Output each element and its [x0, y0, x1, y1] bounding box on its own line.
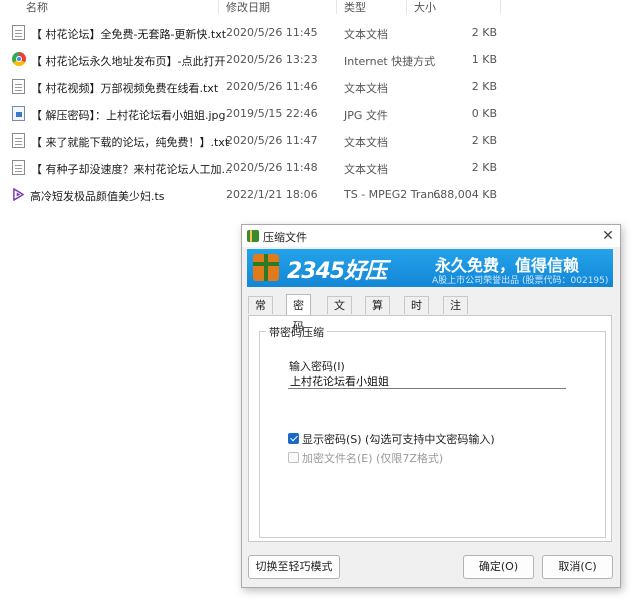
- file-date: 2022/1/21 18:06: [226, 188, 318, 201]
- file-row[interactable]: 【 解压密码】：上村花论坛看小姐姐.jpg 2019/5/15 22:46 JP…: [0, 101, 520, 127]
- file-date: 2020/5/26 11:47: [226, 134, 318, 147]
- tab-comment[interactable]: 注释: [443, 296, 468, 330]
- banner-brand: 2345好压: [287, 259, 387, 284]
- file-date: 2020/5/26 13:23: [226, 53, 318, 66]
- file-type: JPG 文件: [344, 109, 388, 122]
- file-row[interactable]: 【 有种子却没速度？来村花论坛人工加... 2020/5/26 11:48 文本…: [0, 155, 520, 181]
- file-name: 【 解压密码】：上村花论坛看小姐姐.jpg: [31, 109, 226, 122]
- tab-time[interactable]: 时间: [404, 296, 429, 330]
- show-password-checkbox[interactable]: [288, 433, 299, 444]
- column-divider[interactable]: [406, 0, 407, 14]
- internet-shortcut-icon: [12, 52, 26, 66]
- file-type: 文本文档: [344, 163, 388, 176]
- file-size: 2 KB: [471, 134, 497, 147]
- encrypt-filenames-checkbox[interactable]: [288, 452, 299, 463]
- encrypt-filenames-label[interactable]: 加密文件名(E) (仅限7Z格式): [302, 450, 443, 466]
- cancel-button[interactable]: 取消(C): [542, 555, 613, 579]
- password-tab-panel: 带密码压缩: [248, 315, 612, 542]
- file-size: 0 KB: [471, 107, 497, 120]
- file-size: 1 KB: [471, 53, 497, 66]
- file-type: 文本文档: [344, 136, 388, 149]
- file-row[interactable]: 【 村花视频】万部视频免费在线看.txt 2020/5/26 11:46 文本文…: [0, 74, 520, 100]
- file-name: 【 村花视频】万部视频免费在线看.txt: [31, 82, 219, 95]
- video-file-icon: [13, 188, 24, 201]
- tab-algorithm[interactable]: 算法: [365, 296, 390, 330]
- file-row[interactable]: 【 村花论坛】全免费-无套路-更新快.txt 2020/5/26 11:45 文…: [0, 20, 520, 46]
- file-size: 688,004 KB: [433, 188, 497, 201]
- password-input[interactable]: [288, 373, 566, 389]
- file-date: 2019/5/15 22:46: [226, 107, 318, 120]
- text-document-icon: [12, 133, 25, 148]
- compress-dialog: 压缩文件 ✕ 2345好压 永久免费，值得信赖 A股上市公司荣誉出品 (股票代码…: [241, 224, 621, 588]
- tab-files[interactable]: 文件: [327, 296, 352, 330]
- archive-app-icon: [247, 230, 259, 242]
- switch-lite-mode-button[interactable]: 切换至轻巧模式: [248, 555, 340, 579]
- column-header-date[interactable]: 修改日期: [226, 0, 270, 15]
- file-name: 【 村花论坛】全免费-无套路-更新快.txt: [31, 28, 227, 41]
- ad-banner[interactable]: 2345好压 永久免费，值得信赖 A股上市公司荣誉出品 (股票代码：002195…: [247, 249, 613, 287]
- password-label: 输入密码(I): [289, 360, 345, 373]
- dialog-title: 压缩文件: [263, 231, 307, 244]
- banner-subtitle: A股上市公司荣誉出品 (股票代码：002195): [432, 276, 609, 286]
- text-document-icon: [12, 25, 25, 40]
- close-icon[interactable]: ✕: [598, 227, 618, 245]
- file-name: 【 村花论坛永久地址发布页】-点此打开: [31, 55, 226, 68]
- file-size: 2 KB: [471, 80, 497, 93]
- image-file-icon: [12, 106, 25, 121]
- file-row[interactable]: 【 来了就能下载的论坛，纯免费！】.txt 2020/5/26 11:47 文本…: [0, 128, 520, 154]
- column-divider[interactable]: [218, 0, 219, 14]
- column-header-size[interactable]: 大小: [414, 0, 436, 15]
- haozip-logo-icon: [253, 254, 279, 281]
- column-header-name[interactable]: 名称: [26, 0, 48, 15]
- file-date: 2020/5/26 11:46: [226, 80, 318, 93]
- tab-general[interactable]: 常规: [248, 296, 273, 330]
- file-date: 2020/5/26 11:45: [226, 26, 318, 39]
- text-document-icon: [12, 79, 25, 94]
- column-divider[interactable]: [336, 0, 337, 14]
- file-type: 文本文档: [344, 82, 388, 95]
- ok-button[interactable]: 确定(O): [463, 555, 534, 579]
- show-password-label[interactable]: 显示密码(S) (勾选可支持中文密码输入): [302, 431, 495, 447]
- file-size: 2 KB: [471, 161, 497, 174]
- file-row[interactable]: 【 村花论坛永久地址发布页】-点此打开 2020/5/26 13:23 Inte…: [0, 47, 520, 73]
- file-row[interactable]: 高冷短发极品颜值美少妇.ts 2022/1/21 18:06 TS - MPEG…: [0, 182, 520, 208]
- file-list-header: 名称 修改日期 类型 大小: [0, 0, 644, 14]
- column-header-type[interactable]: 类型: [344, 0, 366, 15]
- column-divider[interactable]: [500, 0, 501, 14]
- file-name: 【 来了就能下载的论坛，纯免费！】.txt: [31, 136, 230, 149]
- file-name: 【 有种子却没速度？来村花论坛人工加...: [31, 163, 232, 176]
- file-name: 高冷短发极品颜值美少妇.ts: [30, 190, 165, 203]
- text-document-icon: [12, 160, 25, 175]
- tab-password[interactable]: 密码: [286, 294, 311, 333]
- file-size: 2 KB: [471, 26, 497, 39]
- file-type: 文本文档: [344, 28, 388, 41]
- file-date: 2020/5/26 11:48: [226, 161, 318, 174]
- dialog-titlebar[interactable]: 压缩文件 ✕: [242, 225, 620, 247]
